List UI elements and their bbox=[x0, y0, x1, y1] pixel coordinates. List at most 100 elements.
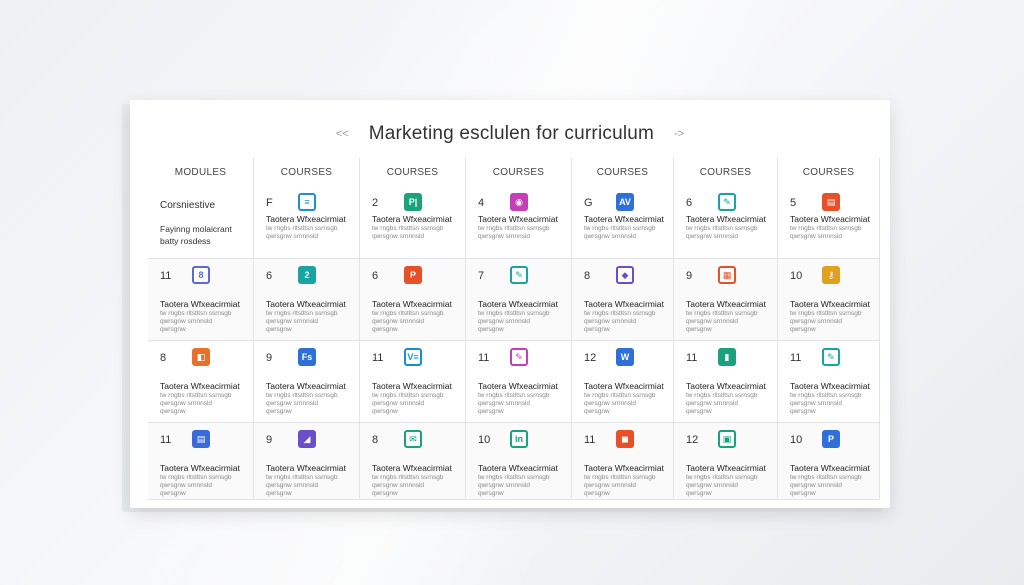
lesson-cell[interactable]: 6 2 Taotera Wfxeacirmiat tw rngbs rltstltsn… bbox=[254, 259, 360, 341]
lesson-cell[interactable]: 8 ◧ Taotera Wfxeacirmiat tw rngbs rltstltsn… bbox=[148, 341, 254, 423]
chart-icon: ▮ bbox=[718, 348, 736, 366]
lesson-description: tw rngbs rltstltsn ssrnsgb bbox=[266, 392, 338, 399]
header-courses: COURSES bbox=[674, 158, 778, 186]
header-courses: COURSES bbox=[466, 158, 572, 186]
header-courses: COURSES bbox=[778, 158, 880, 186]
lesson-number: 6 bbox=[686, 197, 693, 209]
linkedin-icon: in bbox=[510, 430, 528, 448]
folder-icon: ◧ bbox=[192, 348, 210, 366]
lesson-number: 2 bbox=[372, 197, 379, 209]
lesson-cell[interactable]: F ≡ Taotera Wfxeacirmiat tw rngbs rltstltsn… bbox=[254, 186, 360, 259]
lesson-cell[interactable]: 11 ▮ Taotera Wfxeacirmiat tw rngbs rltstlts… bbox=[674, 341, 778, 423]
lesson-description: tw rngbs rltstltsn ssrnsgb bbox=[478, 225, 550, 232]
av-icon: AV bbox=[616, 193, 634, 211]
lesson-cell[interactable]: 9 ▦ Taotera Wfxeacirmiat tw rngbs rltstltsn… bbox=[674, 259, 778, 341]
lesson-description: qwrsgnw bbox=[266, 490, 292, 497]
page-title: Marketing esclulen for curriculum bbox=[368, 123, 655, 144]
lesson-cell[interactable]: 9 Fs Taotera Wfxeacirmiat tw rngbs rltstlts… bbox=[254, 341, 360, 423]
office-icon: ◼ bbox=[616, 430, 634, 448]
lesson-description: qwrsgnw bbox=[478, 490, 504, 497]
lesson-description: qwrsgnw bbox=[584, 408, 610, 415]
lesson-cell[interactable]: 4 ◉ Taotera Wfxeacirmiat tw rngbs rltstltsn… bbox=[466, 186, 572, 259]
lesson-description: tw rngbs rltstltsn ssrnsgb bbox=[584, 310, 656, 317]
header-modules: MODULES bbox=[148, 158, 254, 186]
lesson-description: qwrsgnw bbox=[160, 490, 186, 497]
lesson-title: Taotera Wfxeacirmiat bbox=[160, 463, 240, 473]
lesson-cell[interactable]: 2 P| Taotera Wfxeacirmiat tw rngbs rltstlts… bbox=[360, 186, 466, 259]
lesson-description: tw rngbs rltstltsn ssrnsgb bbox=[584, 392, 656, 399]
lesson-description: qwrsgnw bbox=[686, 490, 712, 497]
lesson-description: tw rngbs rltstltsn ssrnsgb bbox=[266, 310, 338, 317]
lesson-cell[interactable]: 10 in Taotera Wfxeacirmiat tw rngbs rltstlt… bbox=[466, 423, 572, 500]
location-pin-icon: ◉ bbox=[510, 193, 528, 211]
pen-icon: ✎ bbox=[718, 193, 736, 211]
lesson-description: qwrsgnw bbox=[790, 326, 816, 333]
lesson-description: qwrsgnw srnnnsld bbox=[266, 318, 319, 325]
lesson-cell[interactable]: 8 ◆ Taotera Wfxeacirmiat tw rngbs rltstltsn… bbox=[572, 259, 674, 341]
lesson-cell[interactable]: 6 ✎ Taotera Wfxeacirmiat tw rngbs rltstltsn… bbox=[674, 186, 778, 259]
lesson-number: 8 bbox=[584, 270, 591, 282]
lesson-description: qwrsgnw bbox=[160, 326, 186, 333]
pen-icon: ✎ bbox=[510, 266, 528, 284]
powerpoint-icon: P bbox=[404, 266, 422, 284]
lesson-cell[interactable]: G AV Taotera Wfxeacirmiat tw rngbs rltstlts… bbox=[572, 186, 674, 259]
lesson-number: 12 bbox=[686, 434, 699, 446]
lesson-cell[interactable]: 11 ▤ Taotera Wfxeacirmiat tw rngbs rltstlts… bbox=[148, 423, 254, 500]
lesson-cell[interactable]: 7 ✎ Taotera Wfxeacirmiat tw rngbs rltstltsn… bbox=[466, 259, 572, 341]
lesson-description: qwrsgnw srnnnsld bbox=[584, 400, 637, 407]
lesson-cell[interactable]: 11 V≡ Taotera Wfxeacirmiat tw rngbs rltstlt… bbox=[360, 341, 466, 423]
lesson-cell[interactable]: 9 ◢ Taotera Wfxeacirmiat tw rngbs rltstltsn… bbox=[254, 423, 360, 500]
lesson-description: tw rngbs rltstltsn ssrnsgb bbox=[266, 225, 338, 232]
lesson-description: qwrsgnw srnnnsld bbox=[478, 318, 531, 325]
lesson-number: F bbox=[266, 197, 273, 209]
lesson-number: 10 bbox=[790, 270, 803, 282]
lesson-title: Taotera Wfxeacirmiat bbox=[266, 214, 346, 224]
lesson-cell[interactable]: 11 ◼ Taotera Wfxeacirmiat tw rngbs rltstlts… bbox=[572, 423, 674, 500]
lesson-description: qwrsgnw bbox=[372, 326, 398, 333]
lesson-description: tw rngbs rltstltsn ssrnsgb bbox=[266, 474, 338, 481]
lesson-number: 11 bbox=[790, 352, 802, 364]
lesson-cell[interactable]: 10 P Taotera Wfxeacirmiat tw rngbs rltstlts… bbox=[778, 423, 880, 500]
lesson-description: tw rngbs rltstltsn ssrnsgb bbox=[584, 474, 656, 481]
lesson-description: qwrsgnw bbox=[372, 490, 398, 497]
lesson-number: 11 bbox=[372, 352, 384, 364]
lesson-description: qwrsgnw srnnnsld bbox=[372, 233, 425, 240]
lesson-description: qwrsgnw bbox=[266, 408, 292, 415]
lesson-number: G bbox=[584, 197, 593, 209]
lesson-number: 10 bbox=[478, 434, 491, 446]
lesson-cell[interactable]: 6 P Taotera Wfxeacirmiat tw rngbs rltstltsn… bbox=[360, 259, 466, 341]
lesson-description: qwrsgnw srnnnsld bbox=[686, 400, 739, 407]
lesson-description: tw rngbs rltstltsn ssrnsgb bbox=[160, 310, 232, 317]
lesson-cell[interactable]: 11 ✎ Taotera Wfxeacirmiat tw rngbs rltstlts… bbox=[778, 341, 880, 423]
lesson-cell[interactable]: 5 ▤ Taotera Wfxeacirmiat tw rngbs rltstltsn… bbox=[778, 186, 880, 259]
lesson-cell[interactable]: 8 ✉ Taotera Wfxeacirmiat tw rngbs rltstltsn… bbox=[360, 423, 466, 500]
lesson-description: qwrsgnw bbox=[686, 408, 712, 415]
lesson-title: Taotera Wfxeacirmiat bbox=[790, 214, 870, 224]
lesson-cell[interactable]: 12 W Taotera Wfxeacirmiat tw rngbs rltstlts… bbox=[572, 341, 674, 423]
lesson-description: qwrsgnw srnnnsld bbox=[790, 482, 843, 489]
lesson-title: Taotera Wfxeacirmiat bbox=[372, 299, 452, 309]
lesson-cell[interactable]: 12 ▣ Taotera Wfxeacirmiat tw rngbs rltstlts… bbox=[674, 423, 778, 500]
lesson-description: qwrsgnw srnnnsld bbox=[686, 318, 739, 325]
publisher-icon: P| bbox=[404, 193, 422, 211]
lesson-number: 9 bbox=[686, 270, 693, 282]
lesson-description: qwrsgnw bbox=[584, 490, 610, 497]
lesson-title: Taotera Wfxeacirmiat bbox=[686, 381, 766, 391]
lesson-number: 9 bbox=[266, 434, 273, 446]
document-icon: ≡ bbox=[298, 193, 316, 211]
next-arrow-icon[interactable]: -> bbox=[674, 128, 684, 140]
curriculum-grid: MODULES COURSES COURSES COURSES COURSES COURS… bbox=[148, 158, 880, 500]
lesson-description: tw rngbs rltstltsn ssrnsgb bbox=[372, 474, 444, 481]
lesson-description: tw rngbs rltstltsn ssrnsgb bbox=[686, 225, 758, 232]
prev-arrow-icon[interactable]: << bbox=[336, 128, 349, 140]
vertical-app-icon: V≡ bbox=[404, 348, 422, 366]
lesson-title: Taotera Wfxeacirmiat bbox=[478, 299, 558, 309]
lesson-description: qwrsgnw srnnnsld bbox=[266, 233, 319, 240]
lesson-cell[interactable]: 11 8 Taotera Wfxeacirmiat tw rngbs rltstlts… bbox=[148, 259, 254, 341]
module-cell[interactable]: Corsniestive Fayinng molaicrant batty rosd… bbox=[148, 186, 254, 259]
lesson-number: 8 bbox=[372, 434, 379, 446]
lesson-cell[interactable]: 11 ✎ Taotera Wfxeacirmiat tw rngbs rltstlts… bbox=[466, 341, 572, 423]
lesson-cell[interactable]: 10 ⚷ Taotera Wfxeacirmiat tw rngbs rltstlts… bbox=[778, 259, 880, 341]
lesson-title: Taotera Wfxeacirmiat bbox=[686, 214, 766, 224]
lesson-title: Taotera Wfxeacirmiat bbox=[790, 463, 870, 473]
